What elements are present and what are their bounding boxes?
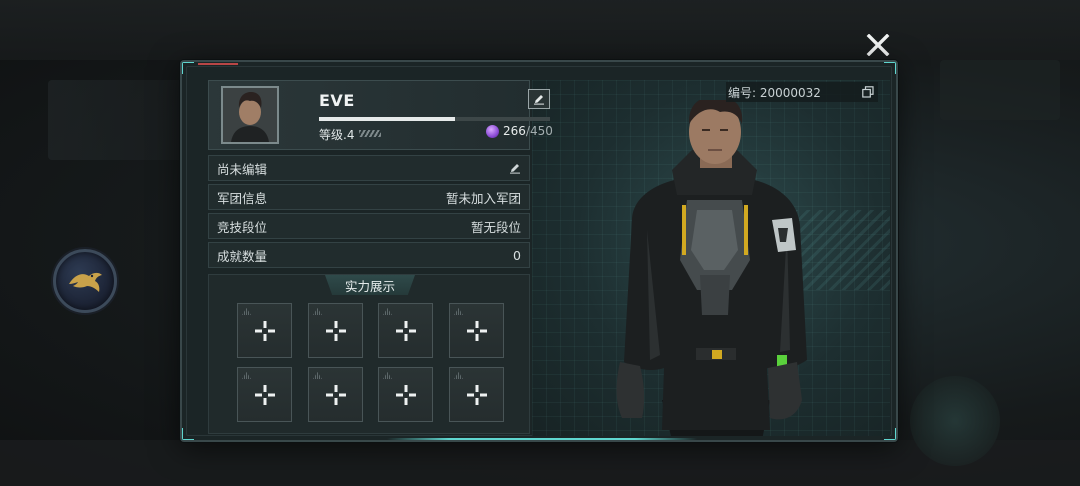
- achievement-count-row[interactable]: 成就数量 0: [208, 242, 530, 268]
- experience-bar-fill: [319, 117, 456, 121]
- corner-decoration: [182, 428, 194, 440]
- arena-rank-label: 竞技段位: [217, 219, 268, 235]
- slot-badge: [242, 372, 251, 379]
- close-x-icon: [866, 34, 890, 56]
- background-action-button: [910, 376, 1000, 466]
- player-id-text: 编号: 20000032: [728, 85, 821, 100]
- corner-decoration: [884, 62, 896, 74]
- bottom-accent-line: [387, 438, 697, 440]
- showcase-slot[interactable]: [449, 303, 504, 358]
- background-top-bar: [0, 0, 1080, 60]
- showcase-slot[interactable]: [378, 303, 433, 358]
- background-left-panel: [48, 80, 198, 160]
- avatar-portrait: [223, 88, 277, 142]
- edit-name-button[interactable]: [528, 89, 550, 109]
- experience-bar: [319, 117, 550, 121]
- showcase-slot[interactable]: [449, 367, 504, 422]
- copy-icon[interactable]: [862, 86, 874, 98]
- slot-badge: [383, 308, 392, 315]
- character-portrait: [532, 80, 890, 436]
- signature-label: 尚未编辑: [217, 161, 268, 177]
- energy-max: /450: [525, 124, 553, 138]
- showcase-slot[interactable]: [237, 303, 292, 358]
- plus-icon: [326, 321, 346, 341]
- player-id-bar: 编号: 20000032: [726, 82, 878, 102]
- corner-decoration: [182, 62, 194, 74]
- arena-rank-value: 暂无段位: [470, 219, 521, 235]
- energy-current: 266: [503, 124, 526, 138]
- purple-orb-icon: [486, 124, 499, 138]
- pencil-icon: [534, 95, 544, 105]
- plus-icon: [255, 321, 275, 341]
- legion-info-value: 暂未加入军团: [445, 190, 521, 206]
- arena-rank-row[interactable]: 竞技段位 暂无段位: [208, 213, 530, 239]
- level-text: 等级.4: [319, 128, 355, 142]
- background-right-panel: [940, 60, 1060, 120]
- energy-counter: 266 /450: [486, 124, 553, 138]
- slot-badge: [454, 308, 463, 315]
- close-button[interactable]: [864, 31, 892, 59]
- legion-info-row[interactable]: 军团信息 暂未加入军团: [208, 184, 530, 210]
- achievement-count-value: 0: [513, 247, 521, 263]
- showcase-title: 实力展示: [325, 275, 415, 295]
- achievement-count-label: 成就数量: [217, 248, 268, 264]
- showcase-slot[interactable]: [378, 367, 433, 422]
- plus-icon: [326, 385, 346, 405]
- plus-icon: [396, 385, 416, 405]
- top-accent-line: [198, 63, 238, 65]
- pencil-icon[interactable]: [509, 162, 521, 174]
- plus-icon: [467, 385, 487, 405]
- plus-icon: [467, 321, 487, 341]
- level-stripes-decoration: [359, 130, 381, 137]
- slot-badge: [383, 372, 392, 379]
- showcase-slot[interactable]: [308, 303, 363, 358]
- slot-badge: [313, 372, 322, 379]
- strength-showcase: 实力展示: [208, 274, 530, 434]
- slot-badge: [313, 308, 322, 315]
- slot-badge: [242, 308, 251, 315]
- signature-row[interactable]: 尚未编辑: [208, 155, 530, 181]
- showcase-slot[interactable]: [308, 367, 363, 422]
- avatar[interactable]: [221, 86, 279, 144]
- legion-info-label: 军团信息: [217, 190, 268, 206]
- showcase-slot[interactable]: [237, 367, 292, 422]
- plus-icon: [396, 321, 416, 341]
- plus-icon: [255, 385, 275, 405]
- player-profile-dialog: 编号: 20000032 EVE 等级.4 266 /450 尚未编辑 军团信息…: [180, 60, 898, 442]
- character-figure: [616, 100, 807, 436]
- slot-badge: [454, 372, 463, 379]
- profile-card: EVE 等级.4 266 /450: [208, 80, 553, 150]
- bird-emblem-icon: [69, 272, 102, 292]
- side-emblem-button[interactable]: [53, 249, 117, 313]
- player-name: EVE: [319, 91, 355, 110]
